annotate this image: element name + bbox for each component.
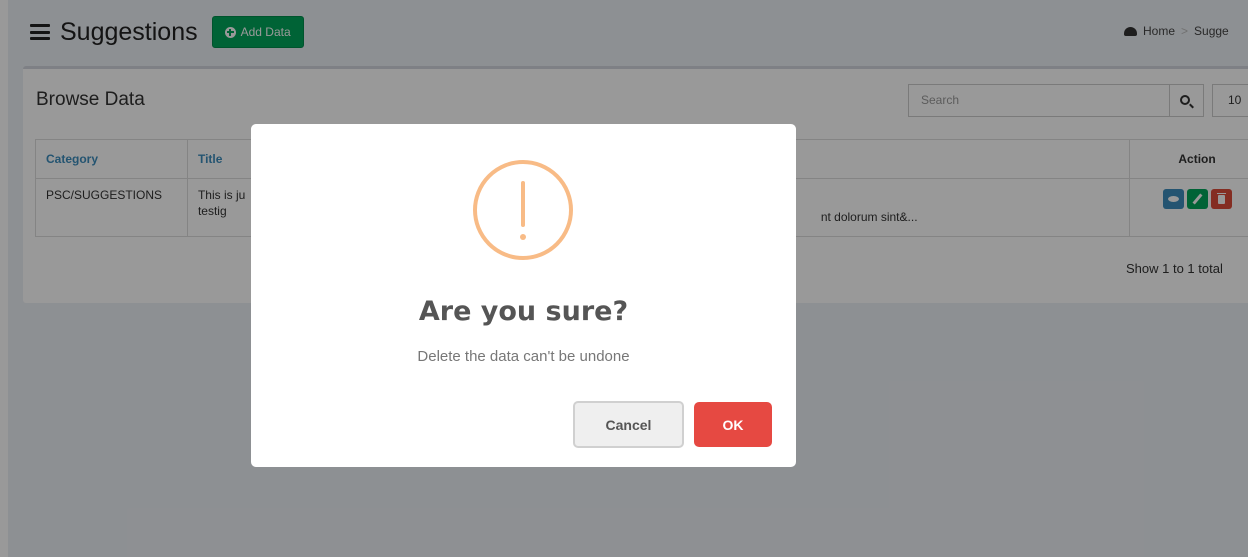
warning-icon-bar [521,181,525,227]
cancel-button[interactable]: Cancel [573,401,684,448]
ok-button[interactable]: OK [694,402,772,447]
warning-icon [473,160,573,260]
dialog-title: Are you sure? [418,296,629,327]
confirm-dialog: Are you sure? Delete the data can't be u… [251,124,796,467]
warning-icon-dot [520,234,526,240]
dialog-text: Delete the data can't be undone [417,348,630,365]
